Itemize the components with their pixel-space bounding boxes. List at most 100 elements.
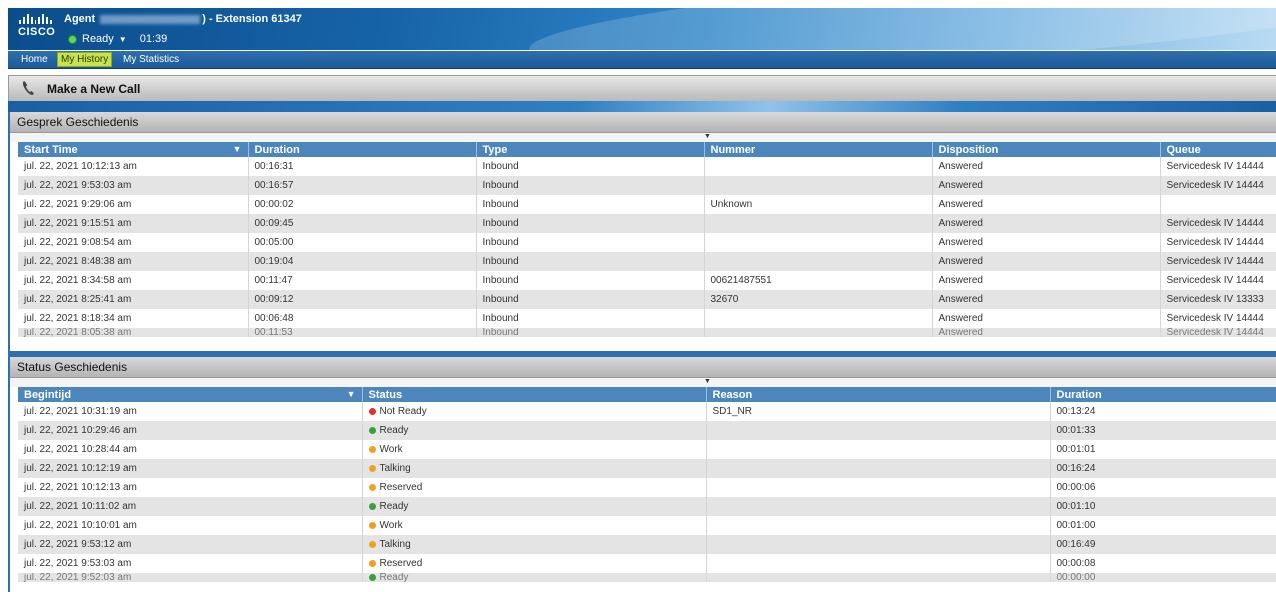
column-header-queue[interactable]: Queue xyxy=(1160,142,1276,157)
status-dot-icon xyxy=(368,465,376,472)
cell-type: Inbound xyxy=(476,214,705,233)
cell-disposition: Answered xyxy=(932,195,1161,214)
cell-begintijd: jul. 22, 2021 9:53:12 am xyxy=(18,535,363,554)
cell-start-time: jul. 22, 2021 8:18:34 am xyxy=(18,309,249,328)
table-row[interactable]: jul. 22, 2021 8:48:38 am 00:19:04 Inbound A… xyxy=(18,252,1276,271)
cell-reason xyxy=(706,554,1051,573)
cell-status: Talking xyxy=(362,459,707,478)
cell-disposition: Answered xyxy=(932,233,1161,252)
cell-duration: 00:09:12 xyxy=(248,290,477,309)
cell-duration: 00:16:57 xyxy=(248,176,477,195)
tab-home[interactable]: Home xyxy=(18,53,51,66)
agent-state-selector[interactable]: Ready ▼ 01:39 xyxy=(68,33,167,45)
phone-icon xyxy=(22,81,34,95)
make-new-call-button[interactable]: Make a New Call xyxy=(8,75,1276,102)
cell-duration: 00:16:31 xyxy=(248,157,477,176)
cell-status: Ready xyxy=(362,421,707,440)
header-swoosh xyxy=(526,8,1276,50)
table-row[interactable]: jul. 22, 2021 8:34:58 am 00:11:47 Inbound 0… xyxy=(18,271,1276,290)
cell-nummer xyxy=(704,176,933,195)
table-row[interactable]: jul. 22, 2021 9:53:12 am Talking 00:16:49 xyxy=(18,535,1276,554)
cell-duration: 00:06:48 xyxy=(248,309,477,328)
status-dot-icon xyxy=(368,503,376,510)
cell-start-time: jul. 22, 2021 8:34:58 am xyxy=(18,271,249,290)
status-history-collapse[interactable]: ▼ xyxy=(8,378,1276,387)
cell-type: Inbound xyxy=(476,328,705,337)
column-header-nummer[interactable]: Nummer xyxy=(704,142,933,157)
cell-duration: 00:00:02 xyxy=(248,195,477,214)
cell-nummer xyxy=(704,233,933,252)
table-row[interactable]: jul. 22, 2021 8:25:41 am 00:09:12 Inbound 3… xyxy=(18,290,1276,309)
cell-duration: 00:11:53 xyxy=(248,328,477,337)
cell-queue: Servicedesk IV 13333 xyxy=(1160,290,1276,309)
cell-reason xyxy=(706,497,1051,516)
status-label: Work xyxy=(379,520,403,531)
cell-disposition: Answered xyxy=(932,271,1161,290)
status-history-panel: Status Geschiedenis ▼ Begintijd ▼ Status … xyxy=(8,357,1276,592)
tab-my-history[interactable]: My History xyxy=(57,52,113,67)
column-header-type[interactable]: Type xyxy=(476,142,705,157)
cell-duration: 00:13:24 xyxy=(1050,402,1276,421)
tab-my-statistics[interactable]: My Statistics xyxy=(120,53,182,66)
status-label: Ready xyxy=(379,501,409,512)
app-header: CISCO Agent ) - Extension 61347 Ready ▼ … xyxy=(8,8,1276,50)
status-label: Reserved xyxy=(379,482,423,493)
cell-nummer xyxy=(704,309,933,328)
cell-type: Inbound xyxy=(476,309,705,328)
table-row[interactable]: jul. 22, 2021 9:08:54 am 00:05:00 Inbound A… xyxy=(18,233,1276,252)
table-row[interactable]: jul. 22, 2021 8:05:38 am 00:11:53 Inbound A… xyxy=(18,328,1276,337)
cell-type: Inbound xyxy=(476,271,705,290)
column-header-reason[interactable]: Reason xyxy=(706,387,1051,402)
table-row[interactable]: jul. 22, 2021 9:53:03 am Reserved 00:00:08 xyxy=(18,554,1276,573)
column-header-duration[interactable]: Duration xyxy=(248,142,477,157)
cell-disposition: Answered xyxy=(932,157,1161,176)
cell-queue: Servicedesk IV 14444 xyxy=(1160,157,1276,176)
cell-queue: Servicedesk IV 14444 xyxy=(1160,176,1276,195)
table-row[interactable]: jul. 22, 2021 8:18:34 am 00:06:48 Inbound A… xyxy=(18,309,1276,328)
collapse-arrow-icon[interactable]: ▼ xyxy=(704,133,711,140)
column-header-duration[interactable]: Duration xyxy=(1050,387,1276,402)
sort-desc-icon[interactable]: ▼ xyxy=(347,389,356,399)
table-row[interactable]: jul. 22, 2021 10:12:19 am Talking 00:16:24 xyxy=(18,459,1276,478)
table-row[interactable]: jul. 22, 2021 10:28:44 am Work 00:01:01 xyxy=(18,440,1276,459)
cell-status: Not Ready xyxy=(362,402,707,421)
cell-duration: 00:01:00 xyxy=(1050,516,1276,535)
agent-title: Agent ) - Extension 61347 xyxy=(64,13,302,25)
status-history-title: Status Geschiedenis xyxy=(8,357,1276,378)
sort-desc-icon[interactable]: ▼ xyxy=(233,144,242,154)
table-row[interactable]: jul. 22, 2021 9:15:51 am 00:09:45 Inbound A… xyxy=(18,214,1276,233)
table-row[interactable]: jul. 22, 2021 10:12:13 am Reserved 00:00:0… xyxy=(18,478,1276,497)
cell-type: Inbound xyxy=(476,176,705,195)
call-history-title: Gesprek Geschiedenis xyxy=(8,112,1276,133)
column-header-status[interactable]: Status xyxy=(362,387,707,402)
cell-start-time: jul. 22, 2021 8:05:38 am xyxy=(18,328,249,337)
column-header-start-time[interactable]: Start Time ▼ xyxy=(18,142,249,157)
table-row[interactable]: jul. 22, 2021 10:10:01 am Work 00:01:00 xyxy=(18,516,1276,535)
table-row[interactable]: jul. 22, 2021 9:53:03 am 00:16:57 Inbound A… xyxy=(18,176,1276,195)
column-header-begintijd[interactable]: Begintijd ▼ xyxy=(18,387,363,402)
cell-queue: Servicedesk IV 14444 xyxy=(1160,328,1276,337)
table-row[interactable]: jul. 22, 2021 10:12:13 am 00:16:31 Inbound… xyxy=(18,157,1276,176)
left-border xyxy=(8,112,10,592)
status-dot-icon xyxy=(368,446,376,453)
column-header-disposition[interactable]: Disposition xyxy=(932,142,1161,157)
status-label: Ready xyxy=(379,425,409,436)
cell-begintijd: jul. 22, 2021 10:29:46 am xyxy=(18,421,363,440)
chevron-down-icon[interactable]: ▼ xyxy=(119,35,127,44)
collapse-arrow-icon[interactable]: ▼ xyxy=(704,378,711,385)
cell-reason xyxy=(706,459,1051,478)
redacted-agent-name xyxy=(100,14,201,24)
cell-status: Work xyxy=(362,516,707,535)
table-row[interactable]: jul. 22, 2021 10:29:46 am Ready 00:01:33 xyxy=(18,421,1276,440)
table-row[interactable]: jul. 22, 2021 9:52:03 am Ready 00:00:00 xyxy=(18,573,1276,582)
cell-type: Inbound xyxy=(476,233,705,252)
table-row[interactable]: jul. 22, 2021 9:29:06 am 00:00:02 Inbound U… xyxy=(18,195,1276,214)
cell-reason xyxy=(706,478,1051,497)
cell-begintijd: jul. 22, 2021 10:10:01 am xyxy=(18,516,363,535)
call-history-collapse[interactable]: ▼ xyxy=(8,133,1276,142)
table-header-row: Begintijd ▼ Status Reason Duration xyxy=(18,387,1276,402)
cell-queue xyxy=(1160,195,1276,214)
cell-begintijd: jul. 22, 2021 9:53:03 am xyxy=(18,554,363,573)
table-row[interactable]: jul. 22, 2021 10:31:19 am Not Ready SD1_NR… xyxy=(18,402,1276,421)
table-row[interactable]: jul. 22, 2021 10:11:02 am Ready 00:01:10 xyxy=(18,497,1276,516)
